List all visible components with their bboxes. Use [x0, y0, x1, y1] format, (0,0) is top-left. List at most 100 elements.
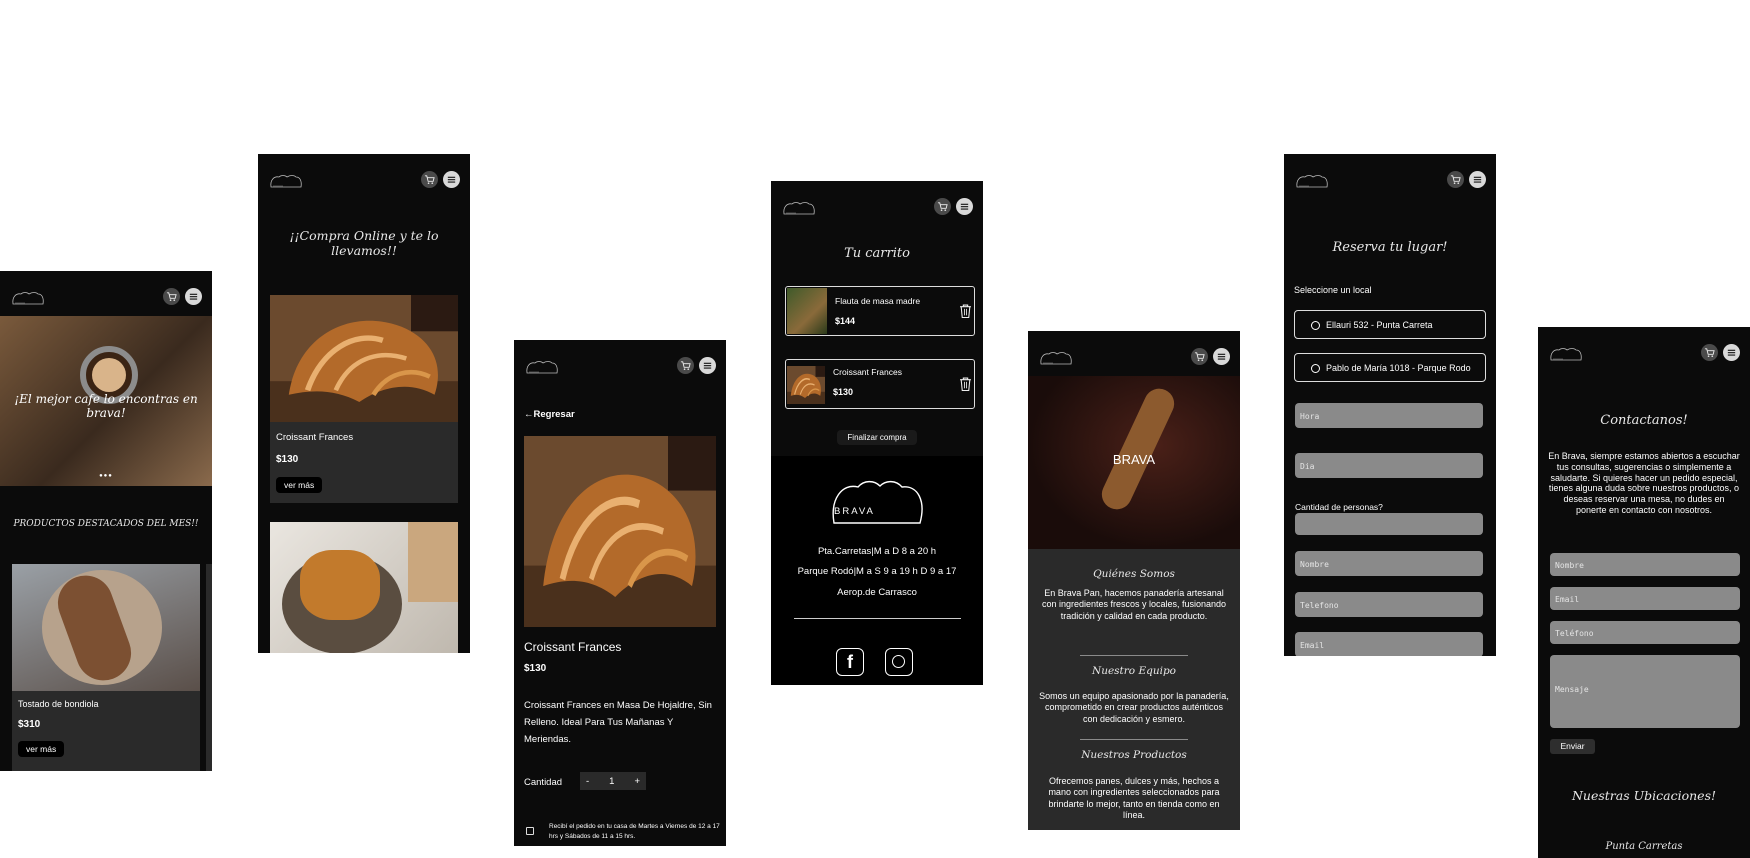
menu-icon[interactable] [699, 357, 716, 374]
product-card-2-image[interactable] [270, 522, 458, 653]
back-link[interactable]: ←Regresar [524, 409, 575, 420]
back-label: Regresar [533, 409, 575, 420]
radio-icon[interactable] [1311, 321, 1320, 330]
arrow-left-icon: ← [524, 409, 534, 420]
product-price: $130 [524, 663, 547, 674]
cart-item[interactable]: Flauta de masa madre $144 [785, 286, 975, 336]
brava-logo[interactable] [830, 477, 924, 525]
nombre-input[interactable]: Nombre [1295, 551, 1483, 576]
product-name: Croissant Frances [524, 640, 622, 654]
item-price: $130 [833, 387, 854, 397]
mensaje-textarea[interactable]: Mensaje [1550, 655, 1740, 728]
dia-input[interactable]: Dia [1295, 453, 1483, 478]
bread-logo[interactable] [525, 360, 559, 374]
section-title: Nuestros Productos [1081, 749, 1187, 761]
hero-image: ¡El mejor cafe lo encontras en brava! ●●… [0, 316, 212, 486]
cart-icon[interactable] [1191, 348, 1208, 365]
menu-icon[interactable] [443, 171, 460, 188]
qty-value: 1 [609, 775, 615, 787]
product-image [12, 564, 200, 691]
coffee-bag [408, 522, 458, 602]
telefono-input[interactable]: Telefono [1295, 592, 1483, 617]
cart-icon[interactable] [1447, 171, 1464, 188]
item-name: Croissant Frances [833, 367, 902, 377]
people-input[interactable] [1295, 513, 1483, 535]
footer: BRAVA Pta.Carretas|M a D 8 a 20 h Parque… [771, 456, 983, 685]
cart-icon[interactable] [1701, 344, 1718, 361]
footer-hours-2: Parque Rodó|M a S 9 a 19 h D 9 a 17 [797, 566, 957, 577]
contact-text: En Brava, siempre estamos abiertos a esc… [1548, 451, 1740, 515]
cart-icon[interactable] [677, 357, 694, 374]
carousel-dots[interactable]: ●●● [0, 473, 212, 479]
home-screen: ¡El mejor cafe lo encontras en brava! ●●… [0, 271, 212, 771]
ver-mas-button[interactable]: ver más [276, 477, 323, 493]
locations-title: Nuestras Ubicaciones! [1571, 788, 1717, 803]
location-label: Ellauri 532 - Punta Carreta [1326, 320, 1433, 330]
latte-art [92, 358, 126, 392]
trash-icon[interactable] [959, 376, 972, 392]
shop-screen: ¡¡Compra Online y te lo llevamos!! Crois… [258, 154, 470, 653]
bread-logo[interactable] [1295, 174, 1329, 188]
bread-logo[interactable] [1039, 351, 1073, 365]
telefono-input[interactable]: Teléfono [1550, 621, 1740, 644]
hora-input[interactable]: Hora [1295, 403, 1483, 428]
cart-icon[interactable] [163, 288, 180, 305]
item-price: $144 [835, 316, 856, 326]
menu-icon[interactable] [1723, 344, 1740, 361]
bread-loaf [1096, 383, 1180, 515]
product-price: $130 [276, 454, 299, 465]
location-option[interactable]: Ellauri 532 - Punta Carreta [1294, 310, 1486, 339]
footer-hours-1: Pta.Carretas|M a D 8 a 20 h [817, 546, 937, 557]
section-title: Nuestro Equipo [1092, 665, 1176, 677]
header [1538, 327, 1750, 372]
footer-hours-3: Aerop.de Carrasco [837, 587, 917, 598]
cart-item[interactable]: Croissant Frances $130 [785, 359, 975, 409]
menu-icon[interactable] [185, 288, 202, 305]
bread-logo[interactable] [11, 291, 45, 305]
people-label: Cantidad de personas? [1295, 502, 1383, 512]
location-label: Pablo de María 1018 - Parque Rodo [1326, 363, 1471, 373]
checkout-button[interactable]: Finalizar compra [837, 430, 917, 445]
shop-title: ¡¡Compra Online y te lo llevamos!! [289, 228, 439, 258]
product-description: Croissant Frances en Masa De Hojaldre, S… [524, 700, 712, 746]
email-input[interactable]: Email [1550, 587, 1740, 610]
product-card[interactable]: Tostado de bondiola $310 ver más [12, 564, 200, 771]
send-button[interactable]: Enviar [1550, 739, 1595, 754]
quantity-stepper[interactable]: - 1 + [580, 772, 646, 790]
bag-icon [526, 827, 534, 835]
bread-logo[interactable] [269, 174, 303, 188]
menu-icon[interactable] [1213, 348, 1230, 365]
hero-text: ¡El mejor cafe lo encontras en brava! [14, 392, 198, 420]
contact-screen: Contactanos! En Brava, siempre estamos a… [1538, 327, 1750, 858]
qty-plus-button[interactable]: + [634, 776, 640, 787]
qty-minus-button[interactable]: - [586, 776, 589, 787]
product-price: $310 [18, 719, 41, 730]
instagram-lens [892, 655, 905, 668]
email-input[interactable]: Email [1295, 632, 1483, 656]
section-divider [1080, 739, 1188, 740]
first-location: Punta Carretas [1605, 841, 1683, 852]
bread-logo[interactable] [1549, 347, 1583, 361]
about-screen: BRAVA Quiénes Somos En Brava Pan, hacemo… [1028, 331, 1240, 830]
instagram-icon[interactable] [885, 648, 913, 676]
footer-divider [794, 618, 961, 619]
radio-icon[interactable] [1311, 364, 1320, 373]
product-card[interactable]: Croissant Frances $130 ver más [270, 295, 458, 503]
menu-icon[interactable] [1469, 171, 1486, 188]
facebook-icon[interactable]: f [836, 648, 864, 676]
hero-title: BRAVA [1112, 452, 1156, 467]
menu-icon[interactable] [956, 198, 973, 215]
cart-title: Tu carrito [844, 246, 910, 261]
location-option[interactable]: Pablo de María 1018 - Parque Rodo [1294, 353, 1486, 382]
ver-mas-button[interactable]: ver más [18, 741, 65, 757]
header [258, 154, 470, 199]
about-hero: BRAVA [1028, 376, 1240, 549]
section-text: En Brava Pan, hacemos panadería artesana… [1041, 588, 1227, 621]
quantity-label: Cantidad [524, 777, 563, 788]
section-title: Quiénes Somos [1093, 568, 1175, 580]
nombre-input[interactable]: Nombre [1550, 553, 1740, 576]
cart-icon[interactable] [934, 198, 951, 215]
bread-logo[interactable] [782, 201, 816, 215]
trash-icon[interactable] [959, 303, 972, 319]
cart-icon[interactable] [421, 171, 438, 188]
